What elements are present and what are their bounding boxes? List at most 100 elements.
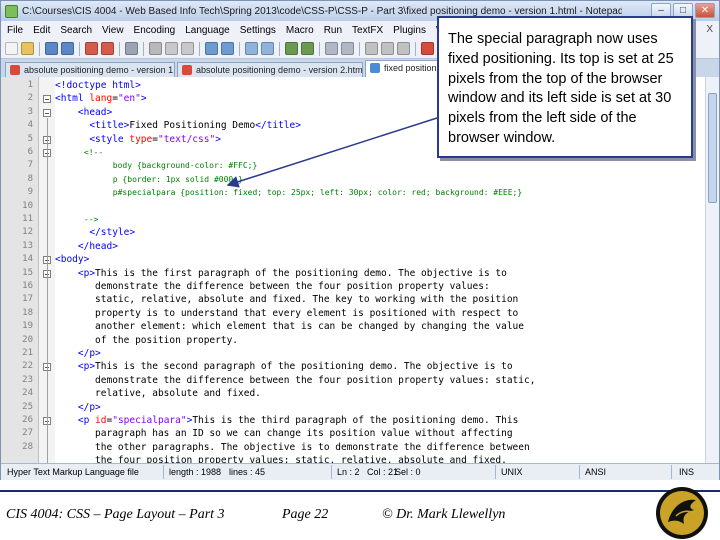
code-line[interactable]: </p> xyxy=(55,347,101,360)
code-token: </p> xyxy=(55,348,101,359)
code-line[interactable]: <title>Fixed Positioning Demo</title> xyxy=(55,119,301,132)
menu-item[interactable]: Language xyxy=(185,25,230,36)
line-number: 4 xyxy=(27,120,33,131)
menu-item[interactable]: Encoding xyxy=(134,25,176,36)
code-line[interactable]: the four position property values: stati… xyxy=(55,454,507,463)
menu-item[interactable]: Plugins xyxy=(393,25,426,36)
code-token: "text/css" xyxy=(157,133,216,145)
code-line[interactable]: the other paragraphs. The objective is t… xyxy=(55,441,530,454)
line-number: 12 xyxy=(22,227,33,238)
code-line[interactable]: demonstrate the difference between the f… xyxy=(55,374,535,387)
status-mode: INS xyxy=(679,467,695,477)
code-line[interactable]: </p> xyxy=(55,401,101,414)
status-divider xyxy=(331,465,332,479)
code-line[interactable]: body {background-color: #FFC;} xyxy=(55,159,258,172)
code-line[interactable]: demonstrate the difference between the f… xyxy=(55,280,490,293)
document-tab[interactable]: absolute positioning demo - version 2.ht… xyxy=(177,62,363,77)
find-icon[interactable] xyxy=(245,42,258,55)
code-line[interactable]: </style> xyxy=(55,226,135,239)
zoom-out-icon[interactable] xyxy=(301,42,314,55)
print-icon[interactable] xyxy=(125,42,138,55)
line-number: 18 xyxy=(22,307,33,318)
menu-item[interactable]: Macro xyxy=(286,25,314,36)
fold-toggle-icon[interactable] xyxy=(43,95,51,104)
code-line[interactable]: static, relative, absolute and fixed. Th… xyxy=(55,293,518,306)
menu-item[interactable]: Search xyxy=(60,25,92,36)
line-number: 10 xyxy=(22,200,33,211)
record-icon[interactable] xyxy=(421,42,434,55)
code-token: type xyxy=(129,133,153,145)
code-token: lang xyxy=(89,93,113,105)
status-encoding: ANSI xyxy=(585,467,607,477)
document-tab[interactable]: absolute positioning demo - version 1.ht… xyxy=(5,62,175,77)
code-line[interactable]: <body> xyxy=(55,253,89,266)
status-divider xyxy=(579,465,580,479)
code-line[interactable]: <!-- xyxy=(55,146,103,159)
code-token: static, relative, absolute and fixed. Th… xyxy=(55,294,519,306)
cut-icon[interactable] xyxy=(149,42,162,55)
undo-icon[interactable] xyxy=(205,42,218,55)
vertical-scrollbar[interactable] xyxy=(705,77,719,463)
status-ln: Ln : 2 xyxy=(337,467,360,477)
menu-item[interactable]: Settings xyxy=(240,25,276,36)
code-line[interactable]: <!doctype html> xyxy=(55,79,141,92)
sync-h-icon[interactable] xyxy=(341,42,354,55)
line-number: 23 xyxy=(22,374,33,385)
menu-item[interactable]: TextFX xyxy=(352,25,383,36)
line-number: 6 xyxy=(27,147,33,157)
menu-item[interactable]: Edit xyxy=(33,25,50,36)
code-line[interactable]: </head> xyxy=(55,240,118,253)
open-icon[interactable] xyxy=(21,42,34,55)
replace-icon[interactable] xyxy=(261,42,274,55)
scrollbar-thumb[interactable] xyxy=(708,93,717,203)
code-token: <html xyxy=(55,93,90,105)
status-divider xyxy=(495,465,496,479)
zoom-in-icon[interactable] xyxy=(285,42,298,55)
close-all-icon[interactable] xyxy=(101,42,114,55)
line-number: 22 xyxy=(22,361,33,372)
save-icon[interactable] xyxy=(45,42,58,55)
code-line[interactable]: paragraph has an ID so we can change its… xyxy=(55,427,513,440)
code-line[interactable]: p#specialpara {position: fixed; top: 25p… xyxy=(55,186,522,199)
line-number: 17 xyxy=(22,294,33,305)
code-line[interactable]: relative, absolute and fixed. xyxy=(55,387,261,400)
wrap-icon[interactable] xyxy=(365,42,378,55)
menu-item[interactable]: View xyxy=(102,25,124,36)
file-status-icon xyxy=(370,63,380,73)
close-icon[interactable] xyxy=(85,42,98,55)
sync-v-icon[interactable] xyxy=(325,42,338,55)
fold-toggle-icon[interactable] xyxy=(43,108,51,117)
code-line[interactable]: of the position property. xyxy=(55,334,238,347)
code-line[interactable]: <p id="specialpara">This is the third pa… xyxy=(55,414,518,427)
all-chars-icon[interactable] xyxy=(381,42,394,55)
close-document-menu-button[interactable]: X xyxy=(706,24,713,35)
code-token: <head> xyxy=(55,106,113,118)
toolbar-separator xyxy=(319,41,320,56)
redo-icon[interactable] xyxy=(221,42,234,55)
code-line[interactable]: <head> xyxy=(55,106,112,119)
code-token: p#specialpara {position: fixed; top: 25p… xyxy=(55,188,523,198)
line-number: 20 xyxy=(22,334,33,345)
close-button[interactable]: ✕ xyxy=(695,3,715,18)
code-token: <body> xyxy=(55,254,90,266)
menu-item[interactable]: File xyxy=(7,25,23,36)
code-line[interactable]: <style type="text/css"> xyxy=(55,133,221,146)
paste-icon[interactable] xyxy=(181,42,194,55)
indent-guide-icon[interactable] xyxy=(397,42,410,55)
menu-item[interactable]: Run xyxy=(324,25,342,36)
new-icon[interactable] xyxy=(5,42,18,55)
document-tab-label: absolute positioning demo - version 2.ht… xyxy=(196,65,363,75)
code-token: </title> xyxy=(255,120,301,132)
code-line[interactable]: <p>This is the second paragraph of the p… xyxy=(55,360,513,373)
code-line[interactable]: property is to understand that every ele… xyxy=(55,307,518,320)
code-line[interactable]: p {border: 1px solid #000;} xyxy=(55,173,243,186)
save-all-icon[interactable] xyxy=(61,42,74,55)
copy-icon[interactable] xyxy=(165,42,178,55)
line-number: 11 xyxy=(22,214,33,224)
code-line[interactable]: --> xyxy=(55,213,98,226)
code-token: "specialpara" xyxy=(112,415,187,426)
file-status-icon xyxy=(10,65,20,75)
code-line[interactable]: another element: which element that is c… xyxy=(55,320,524,333)
code-line[interactable]: <p>This is the first paragraph of the po… xyxy=(55,267,507,280)
code-line[interactable]: <html lang="en"> xyxy=(55,92,147,105)
